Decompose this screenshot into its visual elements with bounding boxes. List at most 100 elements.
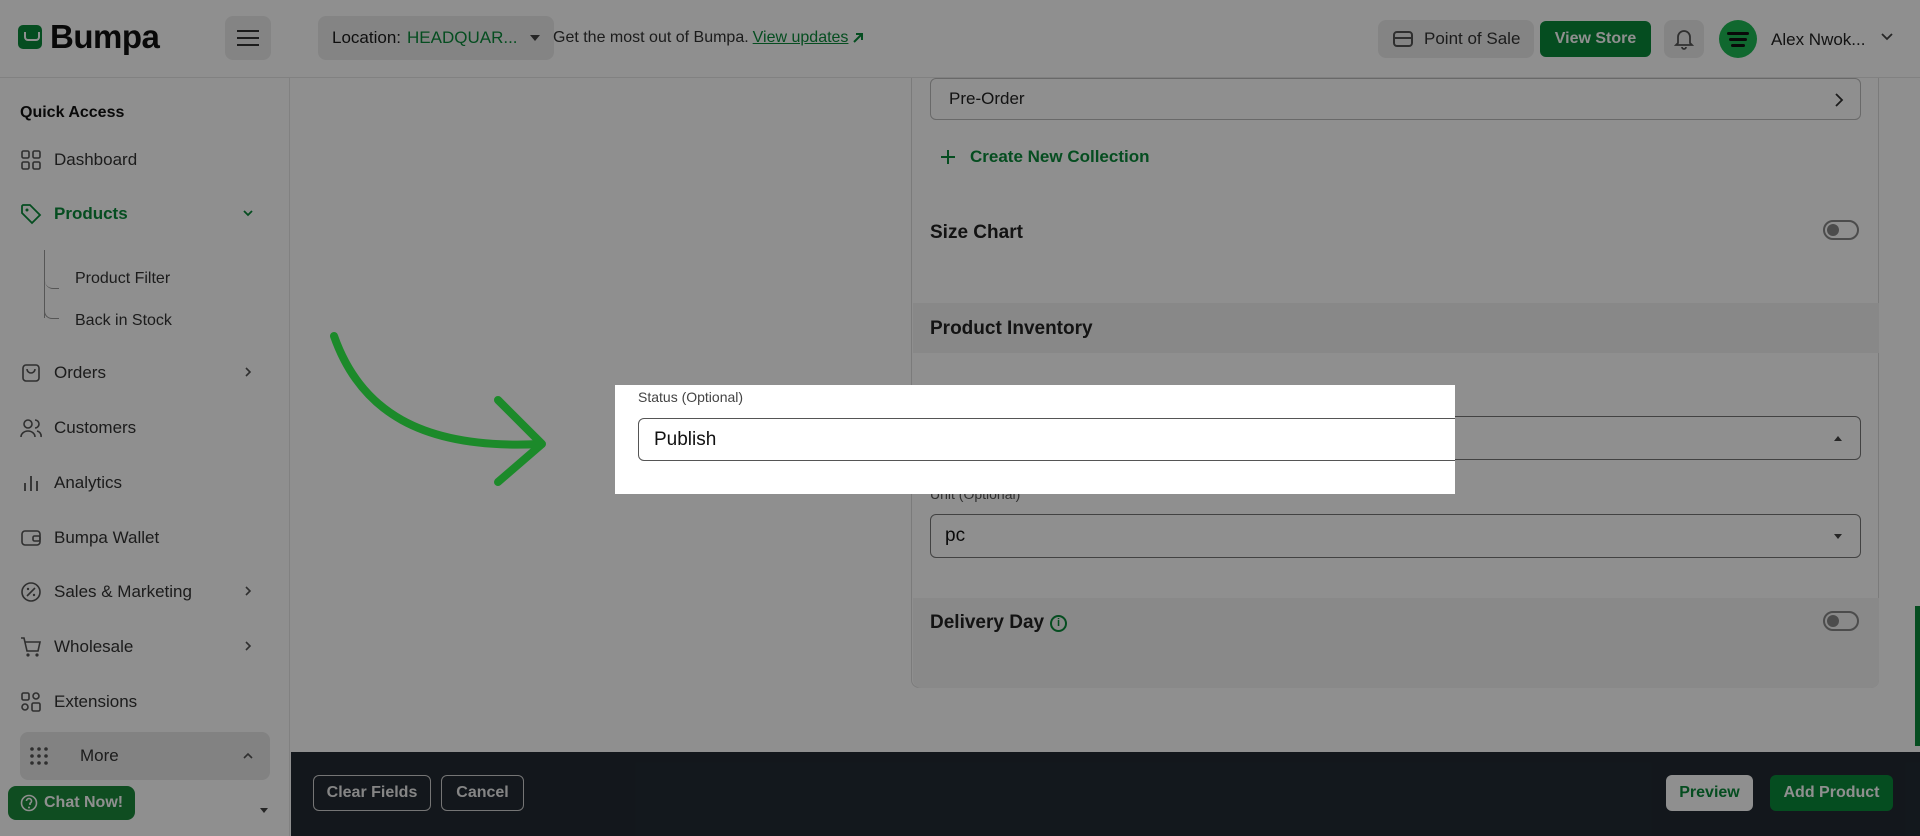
hamburger-line (237, 44, 259, 46)
sidebar-item-dashboard[interactable]: Dashboard (20, 140, 270, 180)
chevron-right-icon (245, 367, 252, 377)
view-updates-link[interactable]: View updates (753, 29, 849, 47)
size-chart-label: Size Chart (930, 222, 1023, 243)
chevron-down-icon[interactable] (1880, 30, 1894, 44)
caret-up-icon (1834, 436, 1842, 441)
sidebar-item-label: Products (54, 204, 128, 223)
bag-logo-icon (18, 25, 42, 49)
chevron-up-icon (243, 752, 253, 759)
create-collection-label: Create New Collection (970, 147, 1150, 166)
location-value: HEADQUAR... (407, 28, 518, 47)
unit-value: pc (945, 525, 966, 546)
sidebar-item-label: Customers (54, 418, 137, 437)
delivery-day-label: Delivery Day i (930, 612, 1068, 634)
highlight-spotlight: Status (Optional) Publish (615, 385, 1455, 494)
people-icon (20, 417, 42, 439)
delivery-day-text: Delivery Day (930, 612, 1045, 633)
sidebar-item-analytics[interactable]: Analytics (20, 463, 270, 503)
sidebar-item-extensions[interactable]: Extensions (20, 682, 270, 722)
create-collection-link[interactable]: Create New Collection (940, 147, 1150, 167)
promo-banner: Get the most out of Bumpa. View updates (553, 29, 864, 47)
tag-icon (20, 203, 42, 225)
info-icon[interactable]: i (1050, 614, 1068, 632)
extensions-icon (20, 691, 42, 713)
more-label: More (80, 746, 119, 765)
menu-toggle-button[interactable] (225, 16, 271, 60)
quick-access-heading: Quick Access (20, 104, 125, 121)
sidebar-item-label: Bumpa Wallet (54, 528, 160, 547)
chevron-right-icon (1835, 93, 1844, 107)
location-selector[interactable]: Location: HEADQUAR... (318, 16, 554, 60)
sidebar-item-label: Orders (54, 363, 106, 382)
sidebar-item-wholesale[interactable]: Wholesale (20, 627, 270, 667)
status-label-highlight: Status (Optional) (638, 389, 744, 405)
sidebar-item-sales-marketing[interactable]: Sales & Marketing (20, 572, 270, 612)
avatar-mark (1729, 37, 1747, 41)
grid-icon (20, 149, 42, 171)
hamburger-line (237, 37, 259, 39)
sidebar-item-bumpa-wallet[interactable]: Bumpa Wallet (20, 518, 270, 558)
collection-value: Pre-Order (949, 89, 1025, 108)
caret-down-icon[interactable] (259, 807, 269, 815)
preview-button[interactable]: Preview (1666, 775, 1753, 811)
help-circle-icon (20, 794, 38, 812)
bumpa-logo[interactable]: Bumpa (18, 18, 160, 56)
add-product-button[interactable]: Add Product (1770, 775, 1893, 811)
dots-grid-icon (30, 747, 48, 765)
product-form-card: Pre-Order Create New Collection Size Cha… (911, 78, 1879, 688)
sidebar-subitem-back-in-stock[interactable]: Back in Stock (75, 312, 172, 330)
submenu-tree-lines (43, 250, 64, 319)
unit-select[interactable]: pc (930, 514, 1861, 558)
chevron-down-icon (243, 210, 253, 217)
pos-label: Point of Sale (1424, 29, 1521, 48)
caret-down-icon (1834, 534, 1842, 539)
store-icon (1393, 31, 1413, 47)
cart-icon (20, 636, 42, 658)
cancel-button[interactable]: Cancel (441, 775, 524, 811)
status-select-highlight[interactable]: Publish (638, 418, 1455, 461)
brand-name: Bumpa (50, 18, 160, 55)
bag-icon (20, 362, 42, 384)
top-bar: Bumpa Location: HEADQUAR... Get the most… (0, 0, 1920, 78)
percent-icon (20, 581, 42, 603)
scrollbar-thumb[interactable] (1915, 606, 1920, 746)
view-store-button[interactable]: View Store (1540, 21, 1651, 57)
avatar[interactable] (1719, 20, 1757, 58)
chat-now-button[interactable]: Chat Now! (8, 786, 136, 820)
plus-icon (941, 150, 955, 164)
sidebar-item-customers[interactable]: Customers (20, 408, 270, 448)
point-of-sale-button[interactable]: Point of Sale (1378, 20, 1535, 58)
pointer-arrow-icon (330, 332, 546, 486)
sidebar-item-more[interactable]: More (20, 732, 270, 780)
collection-select[interactable]: Pre-Order (930, 78, 1861, 120)
status-value-highlight: Publish (654, 428, 717, 450)
chevron-right-icon (245, 586, 252, 596)
notifications-button[interactable] (1664, 20, 1704, 58)
avatar-mark (1731, 43, 1745, 47)
chat-label: Chat Now! (44, 794, 124, 811)
user-name[interactable]: Alex Nwok... (1771, 30, 1865, 50)
delivery-day-toggle[interactable] (1823, 611, 1859, 631)
avatar-mark (1727, 31, 1749, 35)
sidebar-item-label: Wholesale (54, 637, 134, 656)
promo-text: Get the most out of Bumpa. (553, 29, 749, 46)
chevron-right-icon (245, 641, 252, 651)
caret-down-icon (529, 35, 540, 41)
sidebar-item-label: Dashboard (54, 150, 138, 169)
sidebar: Quick Access Dashboard Products Product … (0, 78, 290, 836)
size-chart-toggle[interactable] (1823, 220, 1859, 240)
sidebar-item-label: Analytics (54, 473, 123, 492)
sidebar-item-label: Extensions (54, 692, 138, 711)
wallet-icon (20, 527, 42, 549)
bottom-action-bar: Clear Fields Cancel Preview Add Product (291, 752, 1920, 836)
sidebar-item-products[interactable]: Products (20, 194, 270, 234)
clear-fields-button[interactable]: Clear Fields (313, 775, 431, 811)
sidebar-item-label: Sales & Marketing (54, 582, 192, 601)
external-arrow-icon (853, 33, 864, 43)
bell-icon (1674, 30, 1694, 50)
product-inventory-title: Product Inventory (930, 318, 1093, 339)
sidebar-subitem-product-filter[interactable]: Product Filter (75, 270, 170, 288)
sidebar-item-orders[interactable]: Orders (20, 353, 270, 393)
location-label: Location: (332, 28, 401, 47)
hamburger-line (237, 30, 259, 32)
